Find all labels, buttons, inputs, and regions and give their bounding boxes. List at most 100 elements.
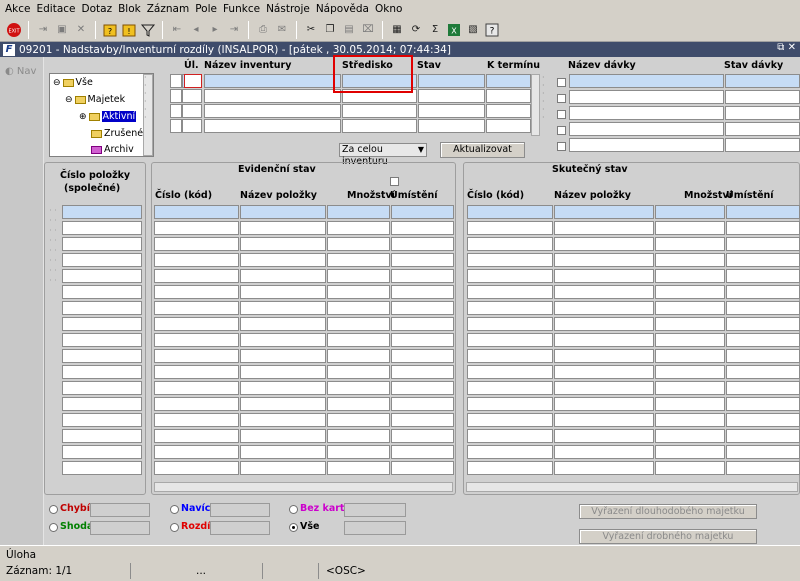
inventory-cell[interactable] [342,119,417,133]
evidence-cell[interactable] [391,269,454,283]
actual-cell[interactable] [554,413,654,427]
menu-editace[interactable]: Editace [35,3,80,15]
evidence-cell[interactable] [327,413,390,427]
inventory-cell[interactable] [486,74,531,88]
evidence-cell[interactable] [327,397,390,411]
inventory-cell[interactable] [418,119,485,133]
actual-cell[interactable] [554,205,654,219]
radio-shoda[interactable] [49,523,58,532]
actual-cell[interactable] [726,237,800,251]
evidence-cell[interactable] [154,333,239,347]
evidence-cell[interactable] [154,397,239,411]
actual-cell[interactable] [655,445,725,459]
actual-cell[interactable] [726,253,800,267]
batch-cell[interactable] [725,90,800,104]
batch-cell[interactable] [725,138,800,152]
actual-cell[interactable] [554,445,654,459]
actual-cell[interactable] [655,365,725,379]
inventory-cell[interactable] [418,89,485,103]
common-item-cell[interactable] [62,381,142,395]
inventory-cell[interactable] [204,74,341,88]
tree-item-zrusene[interactable]: Zrušené [91,128,143,139]
inventory-cell[interactable] [182,89,202,103]
menu-blok[interactable]: Blok [116,3,145,15]
excel-icon[interactable]: X [446,22,462,38]
actual-cell[interactable] [554,221,654,235]
window-controls[interactable]: ⧉ ✕ [777,42,796,53]
evidence-cell[interactable] [391,365,454,379]
common-item-cell[interactable] [62,413,142,427]
radio-chybi[interactable] [49,505,58,514]
evidence-cell[interactable] [154,285,239,299]
evidence-cell[interactable] [240,333,326,347]
radio-rozdil[interactable] [170,523,179,532]
menu-funkce[interactable]: Funkce [221,3,264,15]
evidence-cell[interactable] [154,349,239,363]
actual-cell[interactable] [467,317,553,331]
menu-napoveda[interactable]: Nápověda [314,3,373,15]
evidence-cell[interactable] [154,253,239,267]
actual-cell[interactable] [467,237,553,251]
actual-cell[interactable] [655,397,725,411]
actual-cell[interactable] [467,301,553,315]
expand-icon[interactable]: ⊕ [79,112,87,122]
tree-item-majetek[interactable]: ⊖ Majetek [65,94,125,105]
actual-cell[interactable] [467,253,553,267]
evidence-hscrollbar[interactable] [154,482,453,492]
actual-cell[interactable] [467,381,553,395]
evidence-cell[interactable] [327,285,390,299]
prev-record-icon[interactable]: ◂ [188,22,204,38]
actual-cell[interactable] [726,349,800,363]
actual-cell[interactable] [554,237,654,251]
actual-cell[interactable] [655,413,725,427]
delete-record-icon[interactable]: ✕ [73,22,89,38]
evidence-cell[interactable] [240,429,326,443]
evidence-cell[interactable] [154,205,239,219]
inventory-cell[interactable] [182,104,202,118]
actual-cell[interactable] [726,413,800,427]
evidence-cell[interactable] [240,317,326,331]
update-button[interactable]: Aktualizovat [440,142,525,158]
radio-vse[interactable] [289,523,298,532]
scope-select[interactable]: Za celou inventuru ▼ [339,143,427,167]
evidence-cell[interactable] [327,461,390,475]
common-item-cell[interactable] [62,253,142,267]
evidence-cell[interactable] [154,317,239,331]
row-selector[interactable] [170,74,182,88]
common-item-cell[interactable] [62,317,142,331]
evidence-cell[interactable] [327,429,390,443]
actual-cell[interactable] [726,461,800,475]
actual-cell[interactable] [554,397,654,411]
actual-cell[interactable] [655,301,725,315]
actual-cell[interactable] [655,381,725,395]
actual-cell[interactable] [554,301,654,315]
actual-cell[interactable] [467,221,553,235]
batch-cell[interactable] [569,106,724,120]
actual-cell[interactable] [655,333,725,347]
menu-zaznam[interactable]: Záznam [145,3,193,15]
evidence-cell[interactable] [327,253,390,267]
actual-cell[interactable] [726,445,800,459]
actual-cell[interactable] [655,429,725,443]
tree-item-vse[interactable]: ⊖ Vše [53,77,93,88]
actual-cell[interactable] [726,285,800,299]
evidence-cell[interactable] [154,461,239,475]
actual-cell[interactable] [726,205,800,219]
evidence-cell[interactable] [391,205,454,219]
insert-record-icon[interactable]: ▣ [54,22,70,38]
evidence-cell[interactable] [240,365,326,379]
print-icon[interactable]: ⎙ [255,22,271,38]
evidence-cell[interactable] [391,237,454,251]
actual-cell[interactable] [554,253,654,267]
evidence-cell[interactable] [327,221,390,235]
last-record-icon[interactable]: ⇥ [226,22,242,38]
actual-cell[interactable] [655,349,725,363]
help-icon[interactable]: ? [484,22,500,38]
inventory-cell[interactable] [486,89,531,103]
evidence-cell[interactable] [240,381,326,395]
common-item-cell[interactable] [62,205,142,219]
save-icon[interactable]: ⇥ [35,22,51,38]
evidence-cell[interactable] [391,221,454,235]
common-item-cell[interactable] [62,269,142,283]
evidence-checkbox[interactable] [390,177,399,186]
